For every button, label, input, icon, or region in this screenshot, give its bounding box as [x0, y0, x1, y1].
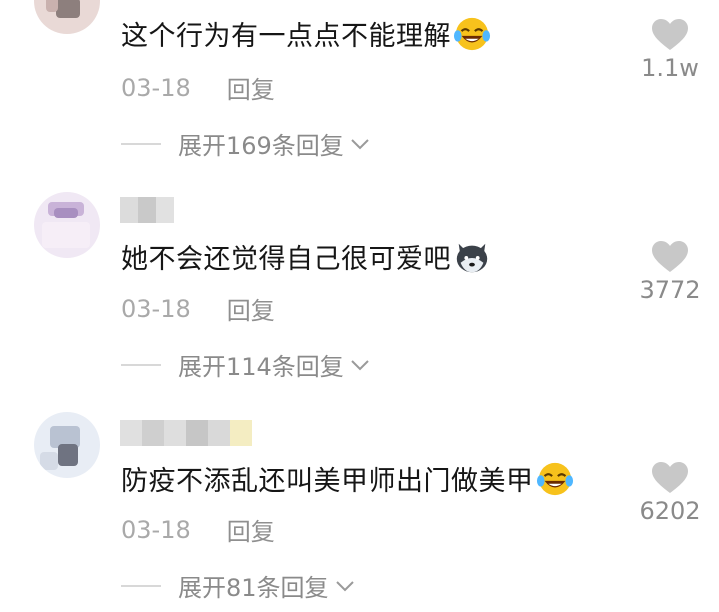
heart-icon	[652, 241, 688, 272]
expand-replies-button[interactable]: 展开81条回复	[121, 568, 355, 603]
comment-text: 这个行为有一点点不能理解	[121, 14, 491, 53]
expand-replies-button[interactable]: 展开114条回复	[121, 347, 370, 382]
chevron-down-icon	[351, 359, 369, 370]
avatar[interactable]	[34, 412, 100, 478]
like-count: 3772	[639, 276, 701, 304]
reply-button[interactable]: 回复	[227, 512, 275, 547]
like-count: 6202	[639, 497, 701, 525]
like-button[interactable]: 1.1w	[630, 18, 710, 82]
comment-meta: 03-18 回复	[121, 70, 275, 105]
username-redacted[interactable]	[120, 420, 252, 446]
comment-meta: 03-18 回复	[121, 291, 275, 326]
chevron-down-icon	[335, 580, 354, 591]
comment-date: 03-18	[121, 73, 191, 102]
expand-replies-button[interactable]: 展开169条回复	[121, 126, 370, 161]
husky-dog-emoji	[456, 243, 488, 272]
heart-icon	[652, 462, 688, 493]
laughing-crying-emoji	[536, 462, 573, 495]
reply-button[interactable]: 回复	[227, 70, 275, 105]
avatar[interactable]	[34, 0, 100, 34]
heart-icon	[652, 19, 688, 50]
reply-button[interactable]: 回复	[227, 291, 275, 326]
comment-meta: 03-18 回复	[121, 512, 275, 547]
laughing-crying-emoji	[453, 17, 491, 50]
avatar[interactable]	[34, 192, 100, 258]
like-button[interactable]: 3772	[630, 240, 710, 304]
username-redacted[interactable]	[120, 197, 174, 223]
comment-text: 她不会还觉得自己很可爱吧	[121, 237, 491, 276]
divider	[121, 363, 161, 366]
comment-text: 防疫不添乱还叫美甲师出门做美甲	[121, 459, 574, 498]
chevron-down-icon	[351, 138, 369, 149]
like-button[interactable]: 6202	[630, 461, 710, 525]
like-count: 1.1w	[641, 54, 699, 82]
comment-date: 03-18	[121, 515, 191, 544]
divider	[121, 142, 161, 145]
divider	[121, 584, 161, 587]
comment-date: 03-18	[121, 294, 191, 323]
